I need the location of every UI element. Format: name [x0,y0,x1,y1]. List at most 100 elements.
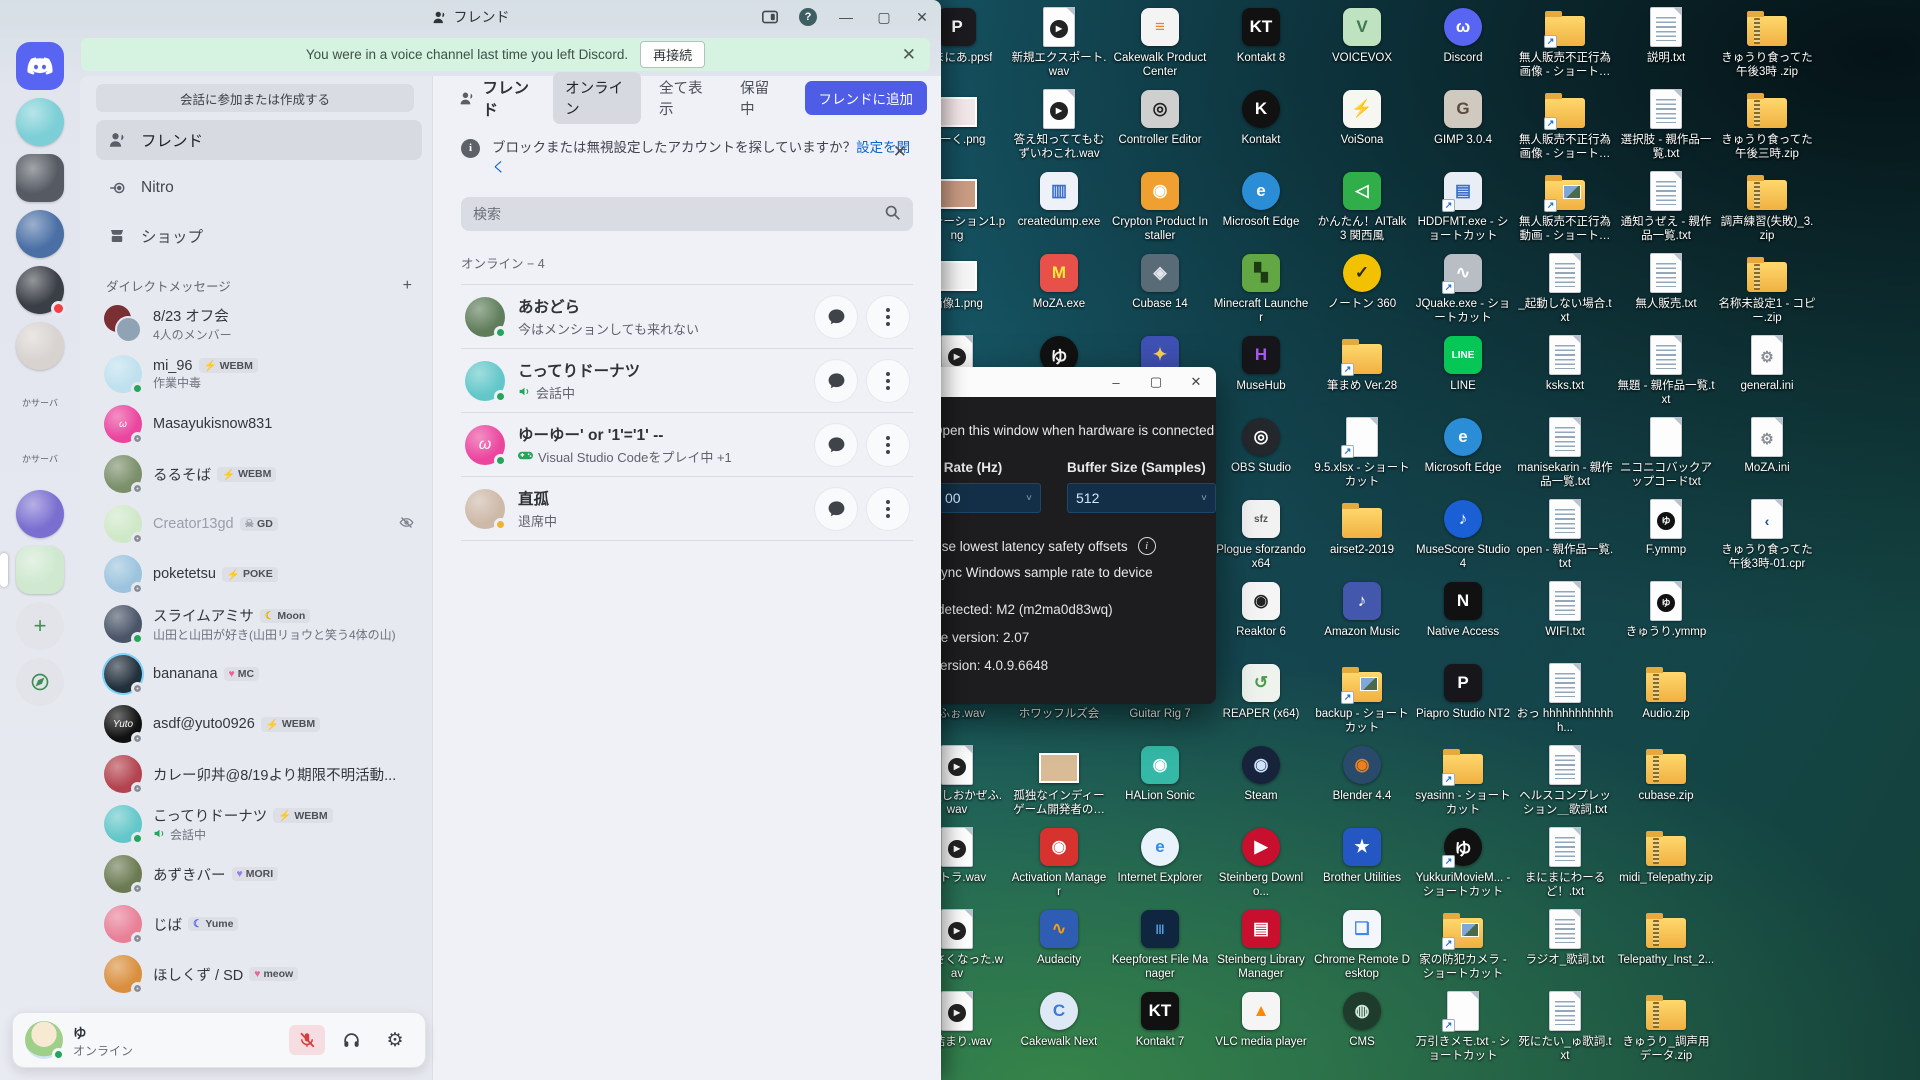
desktop-icon[interactable]: ◁かんたん！AITalk 3 関西風 [1312,170,1412,243]
desktop-icon[interactable]: open - 親作品一覧.txt [1515,498,1615,571]
desktop-icon[interactable]: 死にたい_ゅ歌詞.txt [1515,990,1615,1063]
more-button[interactable] [867,360,909,402]
message-button[interactable] [815,360,857,402]
settings-button[interactable]: ⚙ [377,1025,413,1055]
desktop-icon[interactable]: CCakewalk Next [1009,990,1109,1049]
friend-row[interactable]: こってりドーナツ会話中 [461,349,913,413]
desktop-icon[interactable]: ラジオ_歌詞.txt [1515,908,1615,967]
desktop-icon[interactable]: ◉Activation Manager [1009,826,1109,899]
tab-オンライン[interactable]: オンライン [553,72,641,124]
desktop-icon[interactable]: ∿↗JQuake.exe - ショートカット [1413,252,1513,325]
dm-item[interactable]: あずきバー♥MORI [96,849,422,899]
desktop-icon[interactable]: ◉HALion Sonic [1110,744,1210,803]
server-item[interactable] [16,490,64,538]
sidebar-item-ショップ[interactable]: ショップ [96,216,422,256]
server-item[interactable] [16,154,64,202]
desktop-icon[interactable]: KTKontakt 8 [1211,6,1311,65]
add-server-button[interactable]: + [16,602,64,650]
more-button[interactable] [867,424,909,466]
desktop-icon[interactable]: ❏Chrome Remote Desktop [1312,908,1412,981]
desktop-icon[interactable]: ♪MuseScore Studio 4 [1413,498,1513,571]
desktop-icon[interactable]: ゆF.ymmp [1616,498,1716,557]
desktop-icon[interactable]: HMuseHub [1211,334,1311,393]
desktop-icon[interactable]: |||Keepforest File Manager [1110,908,1210,981]
friends-search-input[interactable]: 検索 [461,197,913,231]
desktop-icon[interactable]: ↗筆まめ Ver.28 [1312,334,1412,393]
desktop-icon[interactable]: ◉Steam [1211,744,1311,803]
minimize-button[interactable]: — [827,0,865,34]
desktop-icon[interactable]: ‹きゅうり食ってた午後3時-01.cpr [1717,498,1817,571]
desktop-icon[interactable]: GGIMP 3.0.4 [1413,88,1513,147]
friend-row[interactable]: 直孤退席中 [461,477,913,541]
desktop-icon[interactable]: 通知うぜえ - 親作品一覧.txt [1616,170,1716,243]
desktop-icon[interactable]: Telepathy_Inst_2... [1616,908,1716,967]
desktop-icon[interactable]: MMoZA.exe [1009,252,1109,311]
friend-row[interactable]: ωゆーゆー' or '1'='1' --Visual Studio Codeをプ… [461,413,913,477]
desktop-icon[interactable]: ▤↗HDDFMT.exe - ショートカット [1413,170,1513,243]
desktop-icon[interactable]: eInternet Explorer [1110,826,1210,885]
desktop-icon[interactable]: ◉Crypton Product Installer [1110,170,1210,243]
buffer-size-select[interactable]: 512˅ [1067,483,1216,513]
desktop-icon[interactable]: midi_Telepathy.zip [1616,826,1716,885]
desktop-icon[interactable]: ▲VLC media player [1211,990,1311,1049]
close-button[interactable]: ✕ [903,0,941,34]
server-item[interactable] [16,546,64,594]
mic-muted-button[interactable] [289,1025,325,1055]
desktop-icon[interactable]: 無題 - 親作品一覧.txt [1616,334,1716,407]
desktop-icon[interactable]: eMicrosoft Edge [1413,416,1513,475]
desktop-icon[interactable]: ◎OBS Studio [1211,416,1311,475]
desktop-icon[interactable]: おっ hhhhhhhhhhhh... [1515,662,1615,735]
desktop-icon[interactable]: 選択肢 - 親作品一覧.txt [1616,88,1716,161]
avatar[interactable] [25,1021,63,1059]
desktop-icon[interactable]: ↗9.5.xlsx - ショートカット [1312,416,1412,489]
desktop-icon[interactable]: ωDiscord [1413,6,1513,65]
desktop-icon[interactable]: ▥createdump.exe [1009,170,1109,229]
desktop-icon[interactable]: ◉Reaktor 6 [1211,580,1311,639]
dm-item[interactable]: ωMasayukisnow831 [96,399,422,449]
hint-close-icon[interactable]: ✕ [893,140,907,165]
more-button[interactable] [867,296,909,338]
join-conversation-button[interactable]: 会話に参加または作成する [96,84,414,112]
discord-home-button[interactable] [16,42,64,90]
tab-全て表示[interactable]: 全て表示 [647,72,722,124]
desktop-icon[interactable]: WIFI.txt [1515,580,1615,639]
desktop-icon[interactable]: VVOICEVOX [1312,6,1412,65]
tab-保留中[interactable]: 保留中 [728,72,790,124]
desktop-icon[interactable]: ニコニコバックアップコードtxt [1616,416,1716,489]
desktop-icon[interactable]: ≡Cakewalk Product Center [1110,6,1210,79]
desktop-icon[interactable]: ★Brother Utilities [1312,826,1412,885]
dialog-close-button[interactable]: ✕ [1176,367,1216,397]
dm-item[interactable]: Yutoasdf@yuto0926⚡WEBM [96,699,422,749]
dm-item[interactable]: じば☾Yume [96,899,422,949]
info-icon[interactable]: i [1138,537,1156,555]
desktop-icon[interactable]: 説明.txt [1616,6,1716,65]
desktop-icon[interactable]: airset2-2019 [1312,498,1412,557]
maximize-button[interactable]: ▢ [865,0,903,34]
user-panel[interactable]: ゆ オンライン ⚙ [12,1012,426,1068]
more-button[interactable] [867,488,909,530]
desktop-icon[interactable]: ▶新規エクスポート.wav [1009,6,1109,79]
dm-item[interactable]: Creator13gd☠GD [96,499,422,549]
desktop-icon[interactable]: ゆきゅうり.ymmp [1616,580,1716,639]
banner-close-icon[interactable]: ✕ [902,45,916,65]
server-item[interactable] [16,322,64,370]
desktop-icon[interactable]: ヘルスコンプレッション＿歌詞.txt [1515,744,1615,817]
desktop-icon[interactable]: ◎Controller Editor [1110,88,1210,147]
desktop-icon[interactable]: ▶Steinberg Downlo... [1211,826,1311,899]
desktop-icon[interactable]: ♪Amazon Music [1312,580,1412,639]
desktop-icon[interactable]: KKontakt [1211,88,1311,147]
desktop-icon[interactable]: ↗backup - ショートカット [1312,662,1412,735]
desktop-icon[interactable]: LINELINE [1413,334,1513,393]
desktop-icon[interactable]: ◍CMS [1312,990,1412,1049]
desktop-icon[interactable]: ∿Audacity [1009,908,1109,967]
dm-item[interactable]: bananana♥MC [96,649,422,699]
dm-item[interactable]: るるそば⚡WEBM [96,449,422,499]
desktop-icon[interactable]: 孤独なインディーゲーム開発者の一生 ... [1009,744,1109,817]
desktop-icon[interactable]: ↗無人販売不正行為画像 - ショートカット [1515,88,1615,161]
desktop-icon[interactable]: ↗無人販売不正行為動画 - ショートカット [1515,170,1615,243]
dialog-maximize-button[interactable]: ▢ [1136,367,1176,397]
desktop-icon[interactable]: Audio.zip [1616,662,1716,721]
server-item[interactable] [16,98,64,146]
help-icon[interactable]: ? [789,0,827,34]
desktop-icon[interactable]: ⚙MoZA.ini [1717,416,1817,475]
